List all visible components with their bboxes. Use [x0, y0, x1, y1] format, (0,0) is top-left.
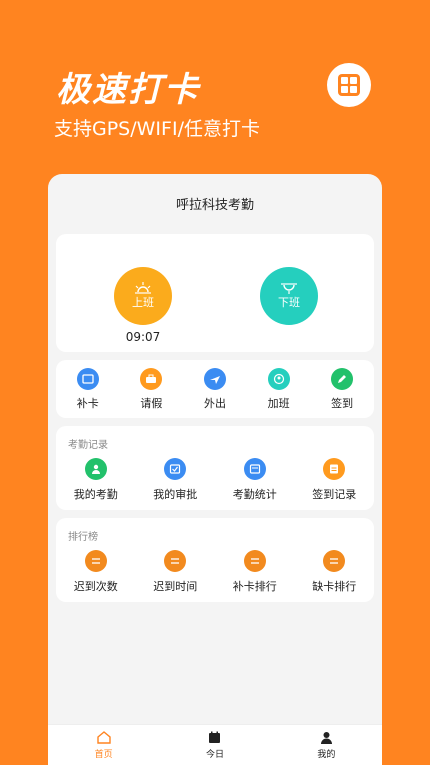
- sunset-icon: [281, 283, 297, 294]
- phone-screen: 呼拉科技考勤 上班 下班 09:07 补卡 请假 外出 加班 签到 考勤记录 我…: [48, 174, 382, 765]
- swap-icon: [323, 550, 346, 572]
- tab-label: 首页: [94, 749, 113, 760]
- approval-icon: [164, 458, 187, 480]
- action-overtime[interactable]: 加班: [247, 360, 311, 418]
- quick-actions: 补卡 请假 外出 加班 签到: [56, 360, 374, 418]
- my-attendance[interactable]: 我的考勤: [56, 458, 136, 502]
- card-icon: [76, 367, 99, 390]
- item-label: 考勤统计: [232, 488, 277, 501]
- tab-label: 今日: [205, 749, 224, 760]
- action-label: 补卡: [76, 396, 99, 410]
- overtime-icon: [267, 367, 290, 390]
- app-title: 呼拉科技考勤: [175, 197, 254, 213]
- swap-icon: [84, 550, 107, 572]
- my-approval[interactable]: 我的审批: [136, 458, 216, 502]
- home-icon: [96, 730, 111, 744]
- supplement-ranking[interactable]: 补卡排行: [215, 550, 295, 594]
- records-title: 考勤记录: [68, 440, 108, 451]
- action-label: 加班: [267, 396, 290, 410]
- action-label: 签到: [331, 396, 354, 410]
- record-icon: [323, 458, 346, 480]
- calendar-icon: [209, 731, 221, 743]
- clock-in-time: 09:07: [125, 330, 161, 344]
- sun-icon: [135, 282, 151, 294]
- missing-ranking[interactable]: 缺卡排行: [295, 550, 375, 594]
- item-label: 我的审批: [153, 488, 198, 501]
- ranking-title: 排行榜: [68, 532, 98, 543]
- clock-in-button[interactable]: 上班: [114, 267, 172, 325]
- profile-icon: [320, 731, 332, 744]
- swap-icon: [243, 550, 266, 572]
- hero-title: 极速打卡: [56, 70, 200, 110]
- tab-today[interactable]: 今日: [159, 725, 270, 765]
- item-label: 缺卡排行: [312, 580, 357, 593]
- sign-icon: [331, 367, 354, 390]
- clock-in-label: 上班: [132, 296, 154, 309]
- clock-out-button[interactable]: 下班: [260, 267, 318, 325]
- tab-label: 我的: [317, 749, 336, 760]
- hero-subtitle: 支持GPS/WIFI/任意打卡: [54, 118, 260, 140]
- action-leave[interactable]: 请假: [120, 360, 184, 418]
- action-label: 外出: [203, 396, 226, 410]
- ranking-section: 排行榜 迟到次数 迟到时间 补卡排行 缺卡排行: [56, 518, 374, 602]
- plane-icon: [203, 367, 226, 390]
- item-label: 签到记录: [312, 488, 357, 501]
- item-label: 迟到时间: [153, 580, 198, 593]
- action-label: 请假: [140, 396, 163, 410]
- leave-icon: [140, 367, 163, 390]
- action-outing[interactable]: 外出: [183, 360, 247, 418]
- late-time-ranking[interactable]: 迟到时间: [136, 550, 216, 594]
- records-section: 考勤记录 我的考勤 我的审批 考勤统计 签到记录: [56, 426, 374, 510]
- item-label: 补卡排行: [232, 580, 277, 593]
- item-label: 我的考勤: [73, 488, 118, 501]
- swap-icon: [164, 550, 187, 572]
- action-supplement-card[interactable]: 补卡: [56, 360, 120, 418]
- item-label: 迟到次数: [73, 580, 118, 593]
- clock-out-label: 下班: [278, 296, 300, 309]
- punch-card: 上班 下班 09:07: [56, 234, 374, 352]
- late-count-ranking[interactable]: 迟到次数: [56, 550, 136, 594]
- tab-home[interactable]: 首页: [48, 725, 159, 765]
- attendance-stats[interactable]: 考勤统计: [215, 458, 295, 502]
- user-icon: [84, 458, 107, 480]
- bottom-tab-bar: 首页 今日 我的: [48, 724, 382, 765]
- action-sign-in[interactable]: 签到: [310, 360, 374, 418]
- app-grid-button[interactable]: [327, 63, 371, 107]
- stats-icon: [243, 458, 266, 480]
- tab-mine[interactable]: 我的: [271, 725, 382, 765]
- sign-records[interactable]: 签到记录: [295, 458, 375, 502]
- grid-icon: [338, 74, 360, 96]
